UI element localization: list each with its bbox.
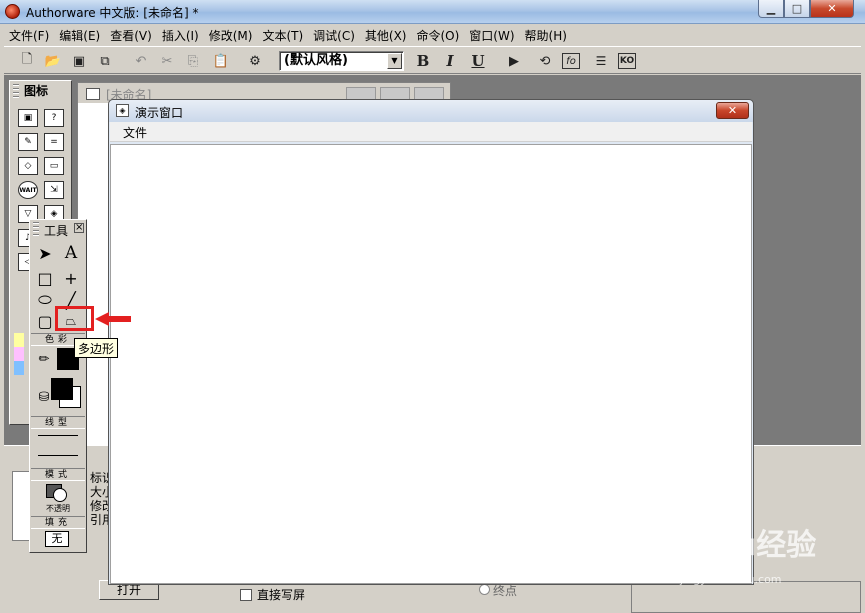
- menu-text[interactable]: 文本(T): [257, 27, 308, 44]
- display-icon[interactable]: ▣: [18, 109, 38, 127]
- grip-handle[interactable]: [33, 222, 39, 236]
- knowledge-objects-icon[interactable]: KO: [618, 53, 636, 69]
- red-arrow-icon: [95, 312, 131, 326]
- fill-value[interactable]: 无: [45, 531, 69, 547]
- menu-file[interactable]: 文件(F): [4, 27, 54, 44]
- presentation-canvas[interactable]: [110, 144, 752, 584]
- tools-palette: 工具 × ➤ A □ + ⬭ ╱ ▢ ⏢ 色彩 ✏ ⛁ 线型 模式 不透明 填充…: [29, 219, 87, 553]
- presentation-menu-file[interactable]: 文件: [123, 124, 147, 141]
- presentation-menubar: 文件: [110, 122, 752, 142]
- app-title-bar[interactable]: Authorware 中文版: [未命名] * ▁ □ ✕: [0, 0, 865, 24]
- menu-debug[interactable]: 调试(C): [308, 27, 360, 44]
- line-style-thin[interactable]: [38, 435, 78, 436]
- motion-icon[interactable]: =: [44, 133, 64, 151]
- minimize-button[interactable]: ▁: [758, 0, 784, 18]
- icon-palette-title: 图标: [10, 81, 71, 99]
- oval-tool-icon[interactable]: ⬭: [33, 289, 57, 311]
- watermark-url: jingyan.baidu.com: [680, 573, 782, 586]
- copy-icon[interactable]: ⎘: [182, 51, 204, 71]
- color-flag-pink[interactable]: [14, 347, 24, 361]
- chevron-down-icon[interactable]: ▼: [387, 53, 402, 69]
- color-flag-yellow[interactable]: [14, 333, 24, 347]
- mode-overlay-icon: [53, 488, 67, 502]
- open-file-icon[interactable]: 📂: [42, 51, 64, 71]
- pen-color-icon[interactable]: ✏: [32, 348, 56, 370]
- end-radio[interactable]: [479, 584, 490, 595]
- menu-help[interactable]: 帮助(H): [520, 27, 572, 44]
- close-button[interactable]: ✕: [810, 0, 854, 18]
- grip-handle[interactable]: [13, 84, 19, 98]
- import-icon[interactable]: ⧉: [94, 51, 116, 71]
- rounded-rect-tool-icon[interactable]: ▢: [33, 310, 57, 332]
- crosshair-tool-icon[interactable]: +: [59, 267, 83, 289]
- foreground-color-swatch[interactable]: [51, 378, 73, 400]
- italic-button[interactable]: I: [439, 51, 461, 71]
- toolbar: 🗋 📂 ▣ ⧉ ↶ ✂ ⎘ 📋 ⚙ (默认风格) ▼ B I U ▶ ⟲ fo …: [4, 46, 861, 74]
- run-icon[interactable]: ▶: [503, 51, 525, 71]
- menu-edit[interactable]: 编辑(E): [54, 27, 105, 44]
- paste-icon[interactable]: 📋: [210, 51, 232, 71]
- tools-palette-title: 工具: [44, 224, 69, 238]
- style-select-value: (默认风格): [284, 53, 348, 68]
- close-icon[interactable]: ×: [74, 223, 84, 233]
- color-flag-blue[interactable]: [14, 361, 24, 375]
- bold-button[interactable]: B: [412, 51, 434, 71]
- variables-icon[interactable]: ☰: [590, 51, 612, 71]
- presentation-window-icon: ◈: [116, 104, 129, 117]
- style-select[interactable]: (默认风格) ▼: [279, 51, 404, 71]
- restart-icon[interactable]: ⟲: [534, 51, 556, 71]
- text-tool-icon[interactable]: A: [59, 242, 83, 264]
- digital-movie-icon[interactable]: ▭: [44, 157, 64, 175]
- flowchart-icon: [86, 88, 100, 100]
- cut-icon[interactable]: ✂: [156, 51, 178, 71]
- menu-insert[interactable]: 插入(I): [157, 27, 204, 44]
- fill-section-label: 填充: [31, 516, 85, 529]
- tools-palette-titlebar[interactable]: 工具 ×: [30, 220, 86, 238]
- direct-to-screen-checkbox[interactable]: [240, 589, 252, 601]
- rectangle-tool-icon[interactable]: □: [33, 267, 57, 289]
- presentation-window[interactable]: ◈ 演示窗口 ✕ 文件: [108, 99, 754, 585]
- line-section-label: 线型: [31, 416, 85, 429]
- menu-window[interactable]: 窗口(W): [464, 27, 519, 44]
- direct-to-screen-label: 直接写屏: [257, 588, 306, 602]
- presentation-window-title: 演示窗口: [135, 106, 184, 120]
- mode-value: 不透明: [46, 504, 70, 513]
- erase-icon[interactable]: ◇: [18, 157, 38, 175]
- menubar: 文件(F) 编辑(E) 查看(V) 插入(I) 修改(M) 文本(T) 调试(C…: [4, 25, 861, 45]
- calculation-icon[interactable]: ✎: [18, 133, 38, 151]
- functions-icon[interactable]: fo: [562, 53, 580, 69]
- app-icon: [5, 4, 20, 19]
- menu-modify[interactable]: 修改(M): [204, 27, 258, 44]
- line-style-normal[interactable]: [38, 455, 78, 456]
- menu-view[interactable]: 查看(V): [105, 27, 157, 44]
- presentation-close-button[interactable]: ✕: [716, 102, 749, 119]
- new-file-icon[interactable]: 🗋: [16, 51, 38, 71]
- interaction-icon[interactable]: ?: [44, 109, 64, 127]
- pointer-tool-icon[interactable]: ➤: [33, 242, 57, 264]
- wait-icon[interactable]: WAIT: [18, 181, 38, 199]
- polygon-tool-highlight: [55, 306, 94, 331]
- presentation-titlebar[interactable]: ◈ 演示窗口 ✕: [109, 100, 753, 122]
- maximize-button[interactable]: □: [784, 0, 810, 18]
- watermark: Baidu经验: [660, 528, 817, 563]
- save-all-icon[interactable]: ▣: [68, 51, 90, 71]
- app-title: Authorware 中文版: [未命名] *: [26, 6, 199, 20]
- menu-other[interactable]: 其他(X): [360, 27, 412, 44]
- undo-icon[interactable]: ↶: [130, 51, 152, 71]
- find-icon[interactable]: ⚙: [244, 51, 266, 71]
- mode-section-label: 模式: [31, 468, 85, 481]
- underline-button[interactable]: U: [467, 51, 489, 71]
- menu-command[interactable]: 命令(O): [411, 27, 464, 44]
- tooltip: 多边形: [74, 338, 119, 358]
- navigate-icon[interactable]: ⇲: [44, 181, 64, 199]
